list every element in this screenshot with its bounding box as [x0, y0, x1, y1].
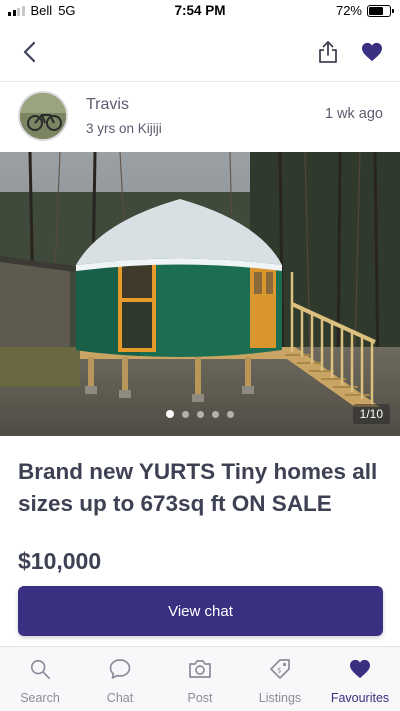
listing-price: $10,000	[18, 548, 102, 574]
svg-text:$: $	[277, 667, 281, 675]
tab-chat[interactable]: Chat	[80, 647, 160, 711]
seller-membership: 3 yrs on Kijiji	[86, 121, 162, 136]
heart-filled-icon	[362, 42, 382, 62]
camera-icon	[189, 660, 211, 678]
tab-favourites[interactable]: Favourites	[320, 647, 400, 711]
status-bar: Bell 5G 7:54 PM 72%	[0, 0, 400, 24]
heart-icon	[350, 659, 370, 679]
tab-post[interactable]: Post	[160, 647, 240, 711]
posted-time: 1 wk ago	[324, 106, 383, 122]
pagination-dot[interactable]	[166, 410, 174, 418]
avatar[interactable]	[18, 91, 68, 141]
back-button[interactable]	[14, 36, 46, 68]
share-button[interactable]	[312, 36, 344, 68]
pagination-dot[interactable]	[227, 410, 234, 418]
pagination-dot[interactable]	[182, 410, 189, 418]
search-icon	[30, 659, 50, 679]
top-nav	[0, 28, 400, 76]
tab-search[interactable]: Search	[0, 647, 80, 711]
chevron-left-icon	[23, 41, 36, 63]
seller-row[interactable]: Travis 3 yrs on Kijiji 1 wk ago	[0, 82, 400, 152]
tab-label: Post	[187, 691, 213, 705]
pagination-dot[interactable]	[197, 410, 204, 418]
tab-label: Listings	[258, 691, 302, 705]
favourite-button[interactable]	[356, 36, 388, 68]
bottom-tab-bar: Search Chat Post $ Listings Favourites	[0, 646, 400, 711]
battery-icon	[367, 4, 394, 17]
listing-title: Brand new YURTS Tiny homes all sizes up …	[18, 459, 378, 516]
tab-label: Search	[20, 691, 60, 705]
view-chat-button[interactable]: View chat	[18, 586, 383, 636]
tab-label: Favourites	[330, 691, 390, 705]
status-right: 72%	[335, 3, 394, 18]
yurt-photo	[0, 152, 400, 436]
listing-photo[interactable]: 1/10	[0, 152, 400, 436]
tag-icon: $	[270, 659, 290, 679]
share-icon	[319, 41, 337, 63]
battery-percent: 72%	[335, 3, 362, 18]
tab-label: Chat	[106, 691, 134, 705]
seller-name: Travis	[86, 96, 129, 113]
chat-bubble-icon	[109, 659, 131, 679]
pagination-dot[interactable]	[212, 410, 219, 418]
photo-pagination-dots	[0, 410, 400, 418]
tab-listings[interactable]: $ Listings	[240, 647, 320, 711]
photo-counter: 1/10	[352, 404, 390, 424]
